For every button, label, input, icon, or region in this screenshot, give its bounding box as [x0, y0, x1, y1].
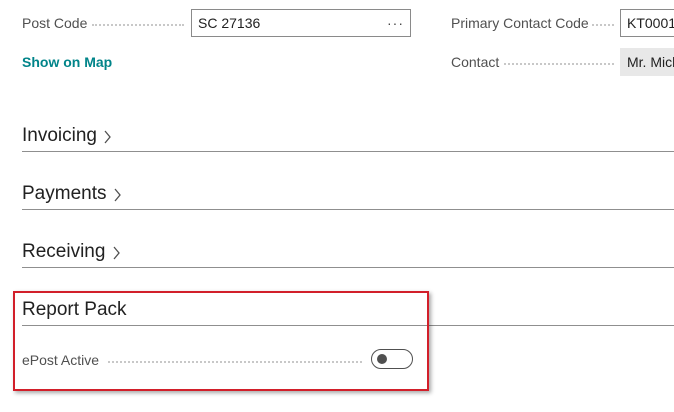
- contact-field: Mr. Michael: [620, 48, 674, 76]
- contact-leader: [504, 63, 614, 65]
- section-receiving-header[interactable]: Receiving: [22, 241, 121, 263]
- section-invoicing-title: Invoicing: [22, 125, 97, 146]
- primary-contact-code-leader: [592, 24, 614, 26]
- contact-value: Mr. Michael: [627, 54, 674, 70]
- chevron-right-icon: [104, 130, 112, 144]
- highlight-box: [13, 291, 429, 391]
- primary-contact-code-label: Primary Contact Code: [451, 15, 589, 31]
- post-code-label: Post Code: [22, 15, 88, 31]
- primary-contact-code-input[interactable]: KT00013: [620, 9, 674, 37]
- chevron-right-icon: [113, 246, 120, 260]
- section-invoicing-divider: [22, 151, 674, 152]
- contact-label: Contact: [451, 54, 500, 70]
- section-payments-title: Payments: [22, 183, 107, 204]
- section-receiving-divider: [22, 267, 674, 268]
- show-on-map-link[interactable]: Show on Map: [22, 54, 112, 70]
- section-payments-header[interactable]: Payments: [22, 183, 122, 205]
- chevron-right-icon: [114, 188, 121, 202]
- section-receiving-title: Receiving: [22, 241, 106, 262]
- post-code-value: SC 27136: [198, 15, 261, 31]
- post-code-leader: [92, 24, 184, 26]
- section-payments-divider: [22, 209, 674, 210]
- ellipsis-icon[interactable]: ···: [387, 10, 404, 36]
- post-code-input[interactable]: SC 27136 ···: [191, 9, 411, 37]
- primary-contact-code-value: KT00013: [627, 15, 674, 31]
- section-invoicing-header[interactable]: Invoicing: [22, 125, 112, 147]
